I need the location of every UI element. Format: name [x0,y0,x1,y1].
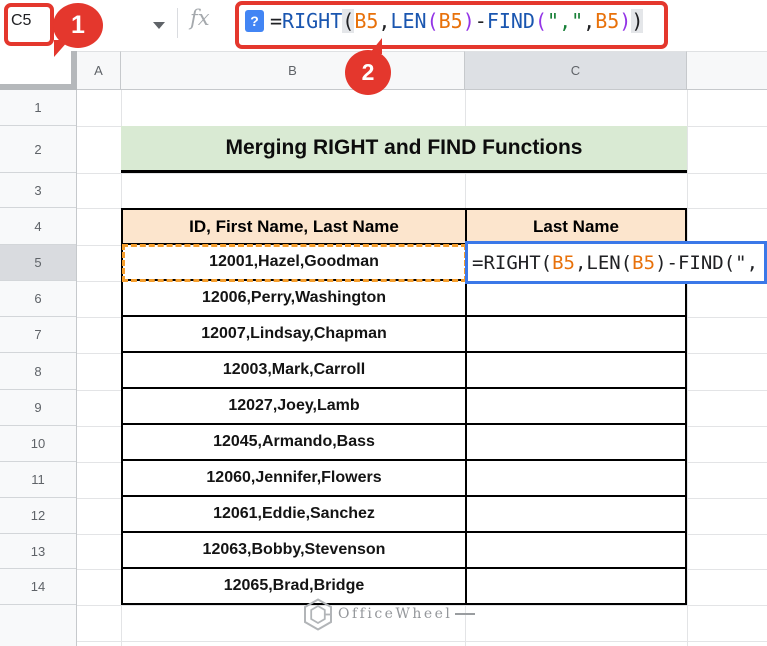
annotation-number: 2 [361,59,375,85]
row-header-7[interactable]: 7 [0,317,76,353]
cell-c8[interactable] [467,353,685,389]
cell-formula-token: B5 [632,251,656,274]
row-header-8[interactable]: 8 [0,353,76,390]
cell-c12[interactable] [467,497,685,533]
formula-input[interactable]: = RIGHT ( B5 , LEN ( B5 ) - FIND ( "," ,… [270,2,644,40]
formula-token: , [378,9,391,33]
cell-c6[interactable] [467,281,685,317]
balloon-tail [54,40,69,57]
row-header-6[interactable]: 6 [0,281,76,317]
title-cell[interactable]: Merging RIGHT and FIND Functions [121,126,687,173]
cell-b7[interactable]: 12007,Lindsay,Chapman [123,317,467,353]
row-header-blank[interactable] [0,605,76,645]
formula-token: = [270,9,283,33]
row-header-13[interactable]: 13 [0,534,76,569]
watermark-dash [455,613,476,615]
column-header-d[interactable] [687,51,767,90]
cell-c9[interactable] [467,389,685,425]
name-box[interactable]: C5 [11,12,31,30]
row-header-column: 1 2 3 4 5 6 7 8 9 10 11 12 13 14 [0,90,77,646]
cell-c14[interactable] [467,569,685,603]
cell-c11[interactable] [467,461,685,497]
formula-token: B5 [595,9,620,33]
cell-formula-token: =RIGHT( [472,251,553,274]
divider [177,8,178,38]
watermark: OfficeWheel [303,596,476,632]
formula-toolbar: C5 fx ? = RIGHT ( B5 , LEN ( B5 ) - FIND… [0,0,767,51]
formula-token: - [474,9,487,33]
row-header-3[interactable]: 3 [0,173,76,208]
annotation-number: 1 [71,11,85,39]
row-header-9[interactable]: 9 [0,390,76,426]
formula-token: B5 [354,9,379,33]
chevron-down-icon[interactable] [153,22,165,29]
function-help-icon[interactable]: ? [245,10,264,32]
table-header-id-first-last[interactable]: ID, First Name, Last Name [123,210,467,245]
row-header-5[interactable]: 5 [0,245,76,281]
table-header-last-name[interactable]: Last Name [467,210,685,245]
cell-b13[interactable]: 12063,Bobby,Stevenson [123,533,467,569]
cell-formula-token: ,LEN( [574,251,633,274]
cell-formula-token: B5 [552,251,575,274]
formula-token: ) [631,9,644,33]
formula-token: ) [619,9,632,33]
balloon-tail [369,38,382,54]
fx-icon: fx [190,6,210,30]
row-header-12[interactable]: 12 [0,498,76,534]
formula-token: , [583,9,596,33]
formula-token: RIGHT [282,9,343,33]
formula-token: ) [462,9,475,33]
gridline [77,641,767,642]
row-header-1[interactable]: 1 [0,90,76,126]
cell-b10[interactable]: 12045,Armando,Bass [123,425,467,461]
cell-c7[interactable] [467,317,685,353]
row-header-14[interactable]: 14 [0,569,76,605]
step-annotation-1: 1 [53,3,103,57]
cell-b8[interactable]: 12003,Mark,Carroll [123,353,467,389]
cell-b11[interactable]: 12060,Jennifer,Flowers [123,461,467,497]
formula-token: ( [342,9,355,33]
step-annotation-2: 2 [345,38,391,95]
column-header-b[interactable]: B [121,51,465,90]
formula-token: ( [534,9,548,33]
column-header-a[interactable]: A [77,51,121,90]
cell-b12[interactable]: 12061,Eddie,Sanchez [123,497,467,533]
column-header-c[interactable]: C [465,51,687,90]
cell-formula-token: )-FIND(", [655,251,759,274]
formula-token: "," [547,9,584,33]
cell-b6[interactable]: 12006,Perry,Washington [123,281,467,317]
cell-b9[interactable]: 12027,Joey,Lamb [123,389,467,425]
active-cell-editor[interactable]: =RIGHT( B5 ,LEN( B5 )-FIND(", [465,241,767,284]
row-header-4[interactable]: 4 [0,208,76,245]
gridline [77,173,767,174]
cell-c10[interactable] [467,425,685,461]
formula-token: FIND [486,9,535,33]
officewheel-logo-icon [304,597,332,631]
row-header-10[interactable]: 10 [0,426,76,462]
formula-token: B5 [438,9,463,33]
formula-token: ( [426,9,439,33]
row-header-11[interactable]: 11 [0,462,76,498]
row-header-2[interactable]: 2 [0,126,76,173]
cell-b5[interactable]: 12001,Hazel,Goodman [123,245,467,281]
formula-token: LEN [390,9,427,33]
watermark-text: OfficeWheel [338,606,453,622]
spreadsheet-screenshot: C5 fx ? = RIGHT ( B5 , LEN ( B5 ) - FIND… [0,0,767,646]
cell-c13[interactable] [467,533,685,569]
